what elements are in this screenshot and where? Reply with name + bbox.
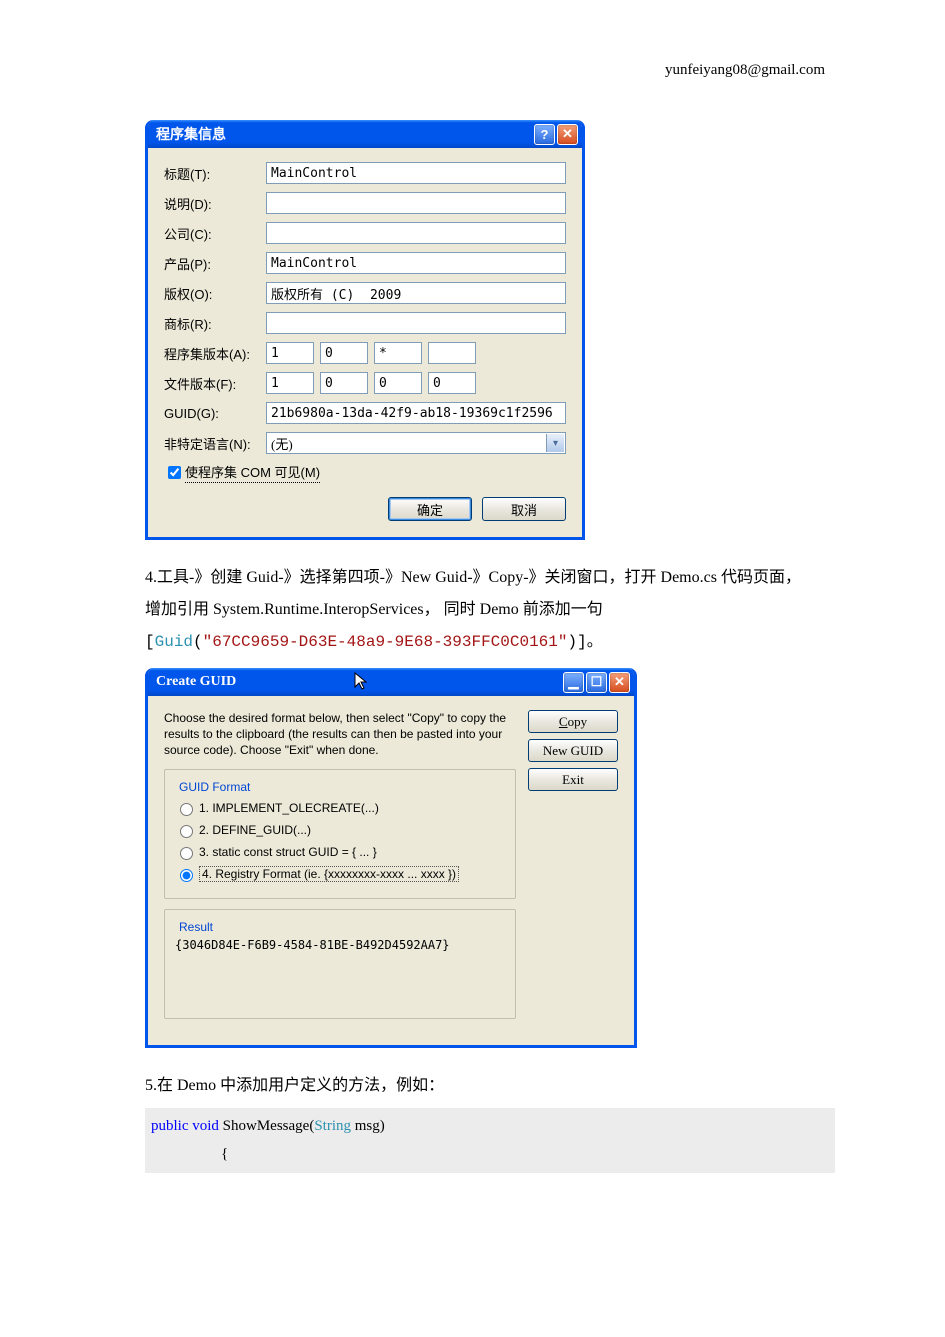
maximize-icon[interactable]: ☐ (586, 672, 607, 693)
guid-format-radio-3[interactable] (180, 847, 193, 860)
copy-button[interactable]: CCopyopy (528, 710, 618, 733)
step-4-paragraph-b: 增加引用 System.Runtime.InteropServices， 同时 … (145, 594, 835, 626)
com-visible-label: 使程序集 COM 可见(M) (185, 462, 320, 483)
guid-format-legend: GUID Format (175, 780, 254, 794)
description-input[interactable] (266, 192, 566, 214)
page-header-email: yunfeiyang08@gmail.com (665, 62, 825, 79)
copyright-input[interactable] (266, 282, 566, 304)
label-trademark: 商标(R): (164, 314, 266, 333)
guid-format-radio-1[interactable] (180, 803, 193, 816)
guid-format-label-4: 4. Registry Format (ie. {xxxxxxxx-xxxx .… (199, 866, 459, 882)
label-copyright: 版权(O): (164, 284, 266, 303)
title-input[interactable] (266, 162, 566, 184)
close-icon[interactable]: ✕ (557, 124, 578, 145)
guid-format-label-2: 2. DEFINE_GUID(...) (199, 823, 311, 837)
close-icon[interactable]: ✕ (609, 672, 630, 693)
guid-result-group: Result {3046D84E-F6B9-4584-81BE-B492D459… (164, 909, 516, 1019)
exit-button[interactable]: Exit (528, 768, 618, 791)
neutral-language-select[interactable]: (无) ▾ (266, 432, 566, 454)
step-4-paragraph-a: 4.工具-》创建 Guid-》选择第四项-》New Guid-》Copy-》关闭… (145, 562, 835, 594)
label-company: 公司(C): (164, 224, 266, 243)
file-ver-3[interactable] (428, 372, 476, 394)
label-neutral-language: 非特定语言(N): (164, 434, 266, 453)
code-line-2: { (151, 1140, 829, 1169)
product-input[interactable] (266, 252, 566, 274)
help-icon[interactable]: ? (534, 124, 555, 145)
create-guid-dialog: Create GUID ▁ ☐ ✕ Choose the desired for… (145, 668, 637, 1048)
guid-input[interactable] (266, 402, 566, 424)
code-line-1: public void ShowMessage(String msg) (151, 1112, 829, 1141)
guid-result-value: {3046D84E-F6B9-4584-81BE-B492D4592AA7} (175, 938, 505, 952)
label-product: 产品(P): (164, 254, 266, 273)
file-ver-0[interactable] (266, 372, 314, 394)
label-description: 说明(D): (164, 194, 266, 213)
guid-format-radio-2[interactable] (180, 825, 193, 838)
file-ver-1[interactable] (320, 372, 368, 394)
guid-format-group: GUID Format 1. IMPLEMENT_OLECREATE(...) … (164, 769, 516, 899)
ok-button[interactable]: 确定 (388, 497, 472, 521)
create-guid-instructions: Choose the desired format below, then se… (164, 710, 516, 759)
assembly-info-title: 程序集信息 (156, 124, 532, 144)
company-input[interactable] (266, 222, 566, 244)
label-title: 标题(T): (164, 164, 266, 183)
cursor-icon (354, 672, 370, 693)
new-guid-button[interactable]: New GUID (528, 739, 618, 762)
assembly-info-titlebar[interactable]: 程序集信息 ? ✕ (148, 120, 582, 148)
chevron-down-icon[interactable]: ▾ (546, 434, 564, 452)
code-block: public void ShowMessage(String msg) { (145, 1108, 835, 1173)
minimize-icon[interactable]: ▁ (563, 672, 584, 693)
asm-ver-3[interactable] (428, 342, 476, 364)
guid-format-label-3: 3. static const struct GUID = { ... } (199, 845, 377, 859)
label-assembly-version: 程序集版本(A): (164, 344, 266, 363)
create-guid-titlebar[interactable]: Create GUID ▁ ☐ ✕ (148, 668, 634, 696)
label-file-version: 文件版本(F): (164, 374, 266, 393)
assembly-info-dialog: 程序集信息 ? ✕ 标题(T): 说明(D): 公司(C): 产品(P): 版 (145, 120, 585, 540)
asm-ver-1[interactable] (320, 342, 368, 364)
file-ver-2[interactable] (374, 372, 422, 394)
asm-ver-2[interactable] (374, 342, 422, 364)
step-5-paragraph: 5.在 Demo 中添加用户定义的方法，例如： (145, 1070, 835, 1102)
guid-result-legend: Result (175, 920, 217, 934)
guid-attribute-line: [Guid("67CC9659-D63E-48a9-9E68-393FFC0C0… (145, 626, 835, 658)
guid-format-label-1: 1. IMPLEMENT_OLECREATE(...) (199, 801, 379, 815)
label-guid: GUID(G): (164, 406, 266, 421)
trademark-input[interactable] (266, 312, 566, 334)
neutral-language-value: (无) (271, 434, 293, 453)
com-visible-checkbox[interactable] (168, 466, 181, 479)
cancel-button[interactable]: 取消 (482, 497, 566, 521)
asm-ver-0[interactable] (266, 342, 314, 364)
guid-format-radio-4[interactable] (180, 869, 193, 882)
create-guid-title: Create GUID (156, 674, 348, 690)
